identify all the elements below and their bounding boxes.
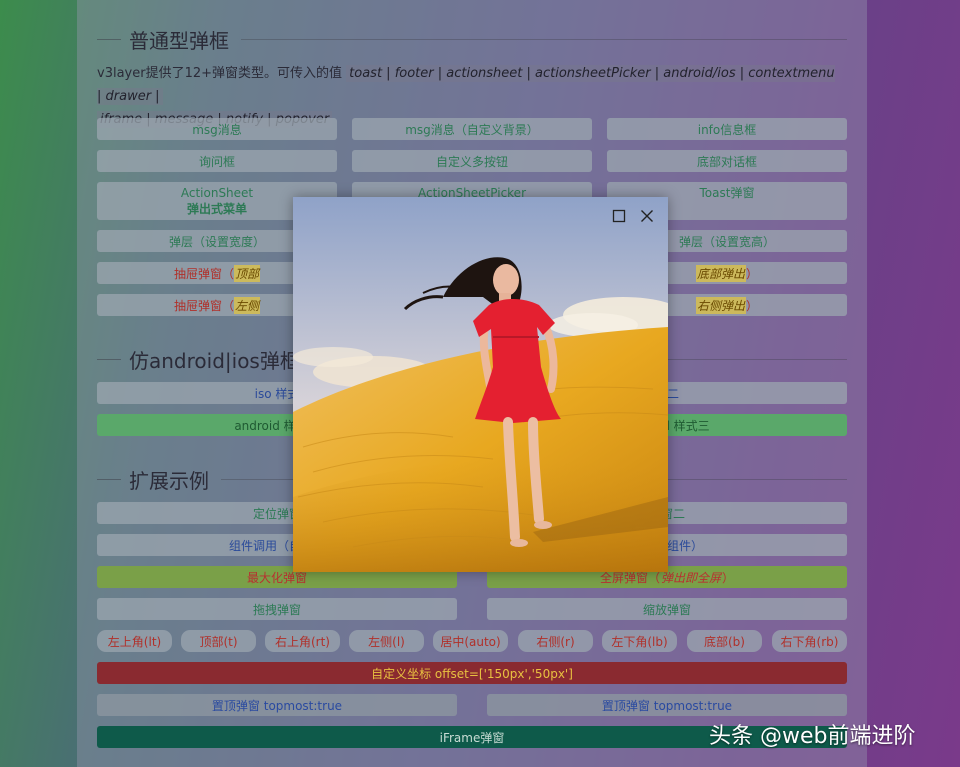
position-rt-button[interactable]: 右上角(rt) [265,630,340,652]
drawer-right-em: 右侧弹出 [695,296,746,314]
popup-photo [293,197,668,572]
msg-custom-bg-button[interactable]: msg消息（自定义背景） [352,118,592,140]
actionsheet-sublabel: 弹出式菜单 [186,202,247,216]
drawer-left-prefix: 抽屉弹窗（ [173,298,234,313]
topmost-1-button[interactable]: 置顶弹窗 topmost:true [97,694,457,716]
drawer-top-prefix: 抽屉弹窗（ [173,266,234,281]
section-title-basic: 普通型弹框 [97,24,847,54]
drawer-bottom-em: 底部弹出 [695,264,746,282]
desc-prefix: v3layer提供了12+弹窗类型。可传入的值 [97,66,343,81]
image-popup-layer[interactable] [293,197,668,572]
maximize-icon[interactable] [608,205,630,227]
drawer-top-em: 顶部 [234,264,261,282]
resize-layer-button[interactable]: 缩放弹窗 [487,598,847,620]
position-b-button[interactable]: 底部(b) [687,630,762,652]
position-r-button[interactable]: 右侧(r) [518,630,593,652]
footer-dialog-button[interactable]: 底部对话框 [607,150,847,172]
divider [97,358,121,360]
position-rb-button[interactable]: 右下角(rb) [772,630,847,652]
drag-layer-button[interactable]: 拖拽弹窗 [97,598,457,620]
offset-layer-button[interactable]: 自定义坐标 offset=['150px','50px'] [97,662,847,684]
watermark-text: 头条 @web前端进阶 [709,724,916,749]
section-title-text: 仿android|ios弹框 [129,348,300,373]
fullscreen-suffix: ） [722,570,735,585]
position-lb-button[interactable]: 左下角(lb) [602,630,677,652]
position-lt-button[interactable]: 左上角(lt) [97,630,172,652]
divider [97,38,121,40]
multi-button-button[interactable]: 自定义多按钮 [352,150,592,172]
actionsheet-label: ActionSheet [180,186,254,200]
position-t-button[interactable]: 顶部(t) [181,630,256,652]
position-auto-button[interactable]: 居中(auto) [433,630,508,652]
divider [241,38,847,40]
divider [97,478,121,480]
msg-button[interactable]: msg消息 [97,118,337,140]
fullscreen-em: 弹出即全屏 [660,570,721,585]
topmost-2-button[interactable]: 置顶弹窗 topmost:true [487,694,847,716]
toast-label: Toast弹窗 [699,186,755,200]
section-title-text: 普通型弹框 [129,28,229,53]
close-icon[interactable] [636,205,658,227]
confirm-button[interactable]: 询问框 [97,150,337,172]
drawer-left-em: 左侧 [234,296,261,314]
drawer-bottom-suffix: ） [746,266,759,281]
position-l-button[interactable]: 左侧(l) [349,630,424,652]
section-title-text: 扩展示例 [129,468,209,493]
drawer-right-suffix: ） [746,298,759,313]
info-button[interactable]: info信息框 [607,118,847,140]
